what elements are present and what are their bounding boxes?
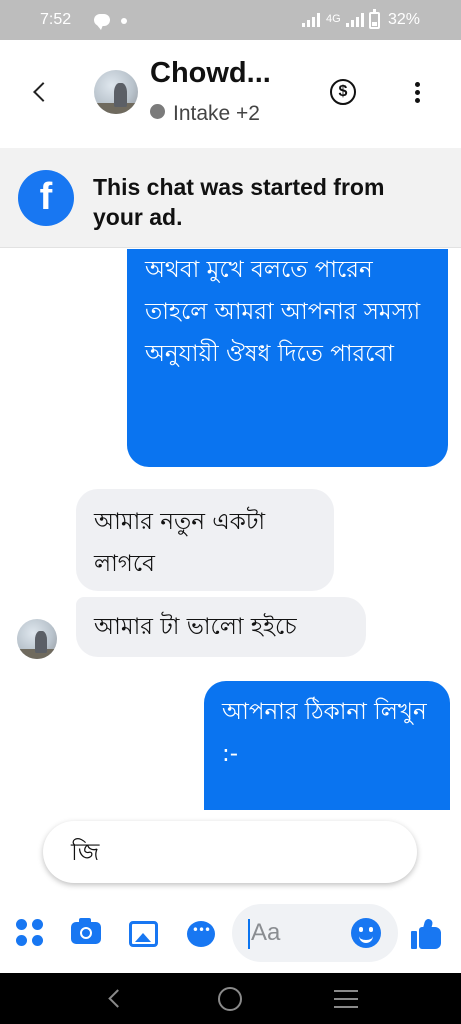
chat-header: Chowd... Intake +2 $ — [0, 40, 461, 148]
label-subtitle: Intake +2 — [173, 102, 260, 125]
wifi-signal-icon — [302, 13, 320, 27]
message-bubble-outgoing[interactable]: অথবা মুখে বলতে পারেন তাহলে আমরা আপনার সম… — [127, 249, 448, 467]
system-nav-bar — [0, 973, 461, 1024]
message-list[interactable]: অথবা মুখে বলতে পারেন তাহলে আমরা আপনার সম… — [0, 249, 461, 810]
status-time: 7:52 — [40, 11, 72, 28]
gallery-icon[interactable] — [129, 921, 158, 947]
facebook-icon — [18, 170, 74, 226]
message-notification-icon — [94, 14, 110, 30]
payment-dollar-icon[interactable]: $ — [330, 79, 356, 105]
message-composer: Aa — [0, 895, 461, 973]
thumbs-up-icon[interactable] — [411, 918, 443, 949]
camera-icon[interactable] — [71, 918, 101, 944]
contact-avatar[interactable] — [94, 70, 138, 114]
message-bubble-outgoing[interactable]: আপনার ঠিকানা লিখুন :- — [204, 681, 450, 810]
more-options-icon[interactable] — [412, 82, 422, 106]
message-bubble-incoming[interactable]: আমার টা ভালো হইচে — [76, 597, 366, 657]
network-type: 4G — [326, 13, 341, 25]
emoji-icon[interactable] — [351, 918, 381, 948]
text-caret — [248, 918, 250, 949]
chat-extensions-icon[interactable] — [187, 921, 215, 947]
contact-name[interactable]: Chowd... — [150, 57, 271, 90]
ad-banner-text: This chat was started from your ad. — [93, 174, 385, 230]
nav-back-icon[interactable] — [106, 989, 122, 1007]
cell-signal-icon — [346, 13, 364, 27]
notification-dot-icon — [121, 18, 127, 24]
message-bubble-incoming[interactable]: আমার নতুন একটা লাগবে — [76, 489, 334, 591]
battery-icon — [369, 9, 380, 29]
battery-percent: 32% — [388, 11, 421, 28]
nav-recents-icon[interactable] — [334, 990, 358, 1008]
message-input-placeholder: Aa — [251, 919, 281, 946]
sender-avatar[interactable] — [17, 619, 57, 659]
ad-origin-banner: This chat was started from your ad. — [0, 148, 461, 248]
status-bar: 7:52 4G 32% — [0, 0, 461, 40]
nav-home-icon[interactable] — [218, 987, 242, 1011]
quick-reply-chip[interactable]: জি — [43, 821, 417, 883]
apps-grid-icon[interactable] — [16, 919, 44, 947]
presence-dot-icon — [150, 104, 165, 119]
back-arrow-icon[interactable] — [30, 80, 50, 104]
contact-subtitle: Intake +2 — [150, 102, 260, 126]
